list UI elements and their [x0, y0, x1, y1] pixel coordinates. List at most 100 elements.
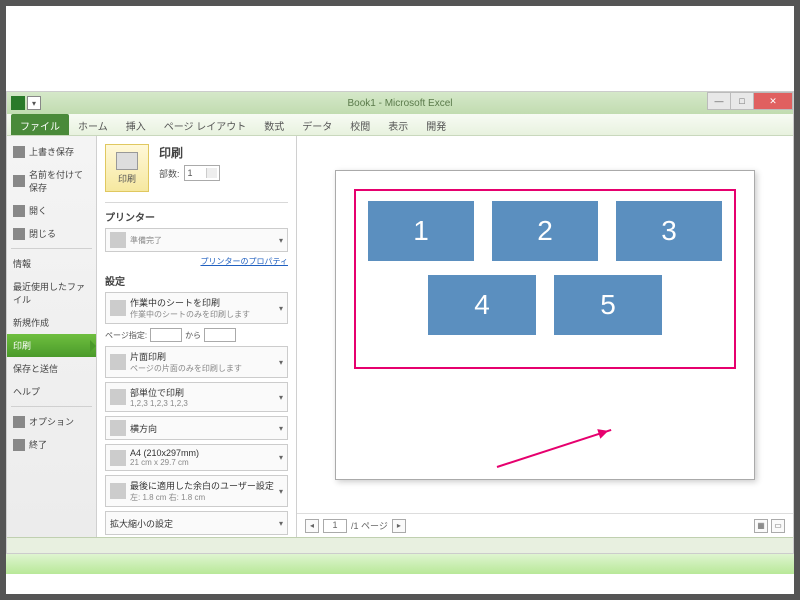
prev-page-button[interactable]: ◂ — [305, 519, 319, 533]
show-margins-button[interactable]: ▦ — [754, 519, 768, 533]
next-page-button[interactable]: ▸ — [392, 519, 406, 533]
nav-save[interactable]: 上書き保存 — [7, 140, 96, 163]
settings-section-label: 設定 — [105, 273, 288, 288]
cell-2: 2 — [492, 201, 598, 261]
qat-save-icon[interactable]: ▾ — [27, 96, 41, 110]
drop-sub: 左: 1.8 cm 右: 1.8 cm — [130, 492, 283, 503]
nav-label: 情報 — [13, 257, 31, 270]
tab-pagelayout[interactable]: ページ レイアウト — [155, 114, 256, 135]
nav-label: オプション — [29, 415, 74, 428]
copies-input[interactable]: 1 — [184, 165, 220, 181]
options-icon — [13, 416, 25, 428]
drop-sub: 1,2,3 1,2,3 1,2,3 — [130, 399, 283, 408]
drop-title: A4 (210x297mm) — [130, 448, 283, 458]
pages-label: ページ指定: — [105, 330, 147, 341]
taskbar — [6, 554, 794, 574]
printer-properties-link[interactable]: プリンターのプロパティ — [105, 256, 288, 267]
print-panel: 印刷 印刷 部数: 1 プリンター 準備完了 プリンターのプロパティ 設定 — [97, 136, 297, 537]
orientation-select[interactable]: 横方向 — [105, 416, 288, 440]
paper-bg: ▾ Book1 - Microsoft Excel — □ ✕ ファイル ホーム… — [6, 6, 794, 594]
drop-title: 片面印刷 — [130, 350, 283, 363]
tab-formulas[interactable]: 数式 — [255, 114, 293, 135]
print-button[interactable]: 印刷 — [105, 144, 149, 192]
drop-sub: ページの片面のみを印刷します — [130, 363, 283, 374]
margins-icon — [110, 483, 126, 499]
nav-print[interactable]: 印刷 — [7, 334, 96, 357]
sides-select[interactable]: 片面印刷ページの片面のみを印刷します — [105, 346, 288, 378]
page-from-input[interactable] — [150, 328, 182, 342]
preview-footer: ◂ 1 /1 ページ ▸ ▦ ▭ — [297, 513, 793, 537]
collate-select[interactable]: 部単位で印刷1,2,3 1,2,3 1,2,3 — [105, 382, 288, 412]
nav-label: 最近使用したファイル — [13, 280, 90, 306]
page-number-input[interactable]: 1 — [323, 519, 347, 533]
open-icon — [13, 205, 25, 217]
tab-data[interactable]: データ — [293, 114, 341, 135]
titlebar: ▾ Book1 - Microsoft Excel — □ ✕ — [7, 92, 793, 114]
nav-options[interactable]: オプション — [7, 410, 96, 433]
minimize-button[interactable]: — — [707, 92, 731, 110]
page-total: /1 ページ — [351, 519, 388, 532]
nav-exit[interactable]: 終了 — [7, 433, 96, 456]
nav-label: ヘルプ — [13, 385, 40, 398]
landscape-icon — [110, 420, 126, 436]
nav-saveas[interactable]: 名前を付けて保存 — [7, 163, 96, 199]
drop-sub: 21 cm x 29.7 cm — [130, 458, 283, 467]
nav-label: 名前を付けて保存 — [29, 168, 90, 194]
tab-insert[interactable]: 挿入 — [117, 114, 155, 135]
nav-info[interactable]: 情報 — [7, 252, 96, 275]
excel-icon — [11, 96, 25, 110]
tab-view[interactable]: 表示 — [379, 114, 417, 135]
print-button-label: 印刷 — [118, 172, 136, 185]
cell-5: 5 — [554, 275, 662, 335]
print-preview: 1 2 3 4 5 ◂ 1 /1 ページ ▸ — [297, 136, 793, 537]
paper-select[interactable]: A4 (210x297mm)21 cm x 29.7 cm — [105, 444, 288, 471]
nav-help[interactable]: ヘルプ — [7, 380, 96, 403]
pages-to-label: から — [185, 330, 201, 341]
drop-title: 作業中のシートを印刷 — [130, 296, 283, 309]
nav-close[interactable]: 閉じる — [7, 222, 96, 245]
tab-home[interactable]: ホーム — [69, 114, 117, 135]
tab-developer[interactable]: 開発 — [417, 114, 455, 135]
app-window: ▾ Book1 - Microsoft Excel — □ ✕ ファイル ホーム… — [6, 91, 794, 554]
exit-icon — [13, 439, 25, 451]
print-what-select[interactable]: 作業中のシートを印刷作業中のシートのみを印刷します — [105, 292, 288, 324]
restore-button[interactable]: □ — [730, 92, 754, 110]
nav-new[interactable]: 新規作成 — [7, 311, 96, 334]
nav-recent[interactable]: 最近使用したファイル — [7, 275, 96, 311]
saveas-icon — [13, 175, 25, 187]
sheets-icon — [110, 300, 126, 316]
print-title: 印刷 — [159, 144, 220, 161]
printer-status: 準備完了 — [130, 235, 283, 246]
printer-icon — [116, 152, 138, 170]
page-to-input[interactable] — [204, 328, 236, 342]
close-button[interactable]: ✕ — [753, 92, 793, 110]
save-icon — [13, 146, 25, 158]
selection-highlight: 1 2 3 4 5 — [354, 189, 736, 369]
copies-value: 1 — [188, 168, 193, 178]
printer-status-icon — [110, 232, 126, 248]
printer-section-label: プリンター — [105, 209, 288, 224]
margins-select[interactable]: 最後に適用した余白のユーザー設定左: 1.8 cm 右: 1.8 cm — [105, 475, 288, 507]
drop-title: 横方向 — [130, 422, 283, 435]
ribbon-tabs: ファイル ホーム 挿入 ページ レイアウト 数式 データ 校閲 表示 開発 — [7, 114, 793, 136]
nav-label: 上書き保存 — [29, 145, 74, 158]
printer-select[interactable]: 準備完了 — [105, 228, 288, 252]
cell-4: 4 — [428, 275, 536, 335]
cell-3: 3 — [616, 201, 722, 261]
nav-label: 新規作成 — [13, 316, 49, 329]
status-bar — [7, 537, 793, 553]
paper-icon — [110, 450, 126, 466]
nav-open[interactable]: 開く — [7, 199, 96, 222]
oneside-icon — [110, 354, 126, 370]
tab-file[interactable]: ファイル — [11, 114, 69, 135]
drop-sub: 作業中のシートのみを印刷します — [130, 309, 283, 320]
zoom-page-button[interactable]: ▭ — [771, 519, 785, 533]
tab-review[interactable]: 校閲 — [341, 114, 379, 135]
scaling-select[interactable]: 拡大縮小の設定 — [105, 511, 288, 535]
drop-title: 最後に適用した余白のユーザー設定 — [130, 479, 283, 492]
nav-label: 閉じる — [29, 227, 56, 240]
nav-label: 印刷 — [13, 339, 31, 352]
nav-share[interactable]: 保存と送信 — [7, 357, 96, 380]
backstage-nav: 上書き保存 名前を付けて保存 開く 閉じる 情報 最近使用したファイル 新規作成… — [7, 136, 97, 537]
window-title: Book1 - Microsoft Excel — [347, 98, 452, 109]
